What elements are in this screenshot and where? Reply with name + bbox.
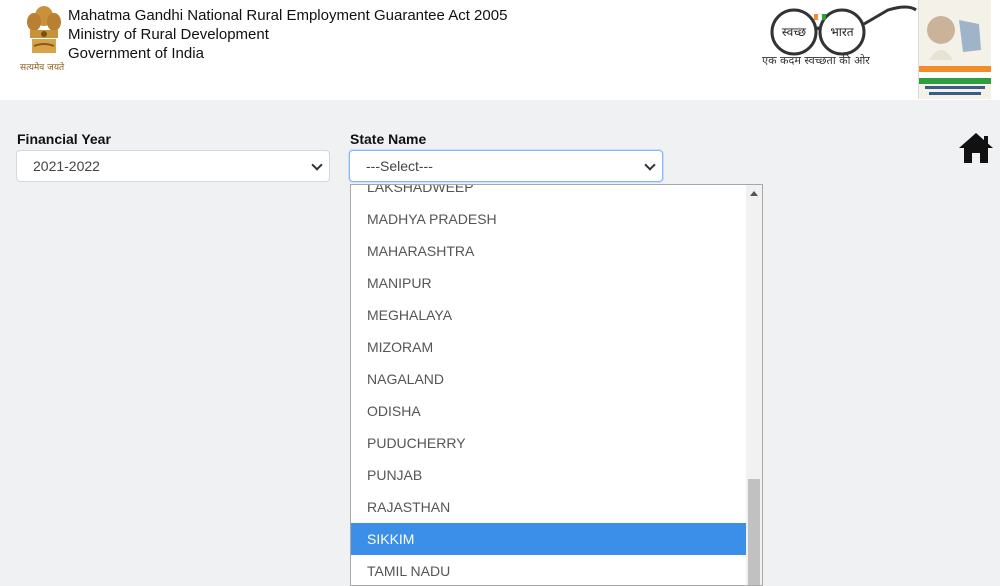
chevron-down-icon (644, 159, 656, 171)
header-title-line1: Mahatma Gandhi National Rural Employment… (68, 7, 508, 24)
emblem-caption: सत्यमेव जयते (20, 63, 65, 73)
option-manipur[interactable]: MANIPUR (351, 267, 747, 299)
option-rajasthan[interactable]: RAJASTHAN (351, 491, 747, 523)
home-icon[interactable] (957, 131, 995, 165)
option-meghalaya[interactable]: MEGHALAYA (351, 299, 747, 331)
option-punjab[interactable]: PUNJAB (351, 459, 747, 491)
option-nagaland[interactable]: NAGALAND (351, 363, 747, 395)
state-name-value: ---Select--- (366, 158, 433, 174)
option-madhya-pradesh[interactable]: MADHYA PRADESH (351, 203, 747, 235)
option-mizoram[interactable]: MIZORAM (351, 331, 747, 363)
option-maharashtra[interactable]: MAHARASHTRA (351, 235, 747, 267)
state-dropdown-list[interactable]: LAKSHADWEEP MADHYA PRADESH MAHARASHTRA M… (350, 184, 763, 586)
site-header: सत्यमेव जयते Mahatma Gandhi National Rur… (0, 0, 1000, 100)
financial-year-select[interactable]: 2021-2022 (16, 150, 330, 182)
financial-year-value: 2021-2022 (33, 158, 100, 174)
option-puducherry[interactable]: PUDUCHERRY (351, 427, 747, 459)
header-title-block: Mahatma Gandhi National Rural Employment… (68, 6, 507, 63)
header-title-line2: Ministry of Rural Development (68, 26, 269, 43)
swachh-word2: भारत (830, 25, 854, 39)
state-name-select[interactable]: ---Select--- (349, 150, 663, 182)
option-sikkim[interactable]: SIKKIM (351, 523, 747, 555)
financial-year-label: Financial Year (17, 131, 111, 147)
gandhi-portrait (918, 0, 991, 99)
chevron-down-icon (311, 159, 323, 171)
option-odisha[interactable]: ODISHA (351, 395, 747, 427)
swachh-tagline: एक कदम स्वच्छता की ओर (762, 54, 870, 67)
state-name-label: State Name (350, 131, 427, 147)
state-options: LAKSHADWEEP MADHYA PRADESH MAHARASHTRA M… (351, 185, 747, 585)
scroll-thumb[interactable] (748, 479, 760, 585)
dropdown-scrollbar[interactable] (746, 185, 762, 585)
option-tamil-nadu[interactable]: TAMIL NADU (351, 555, 747, 585)
swachh-word1: स्वच्छ (782, 25, 806, 39)
scroll-up-arrow-icon[interactable] (750, 191, 758, 196)
option-lakshadweep[interactable]: LAKSHADWEEP (351, 185, 747, 203)
header-title-line3: Government of India (68, 45, 204, 62)
